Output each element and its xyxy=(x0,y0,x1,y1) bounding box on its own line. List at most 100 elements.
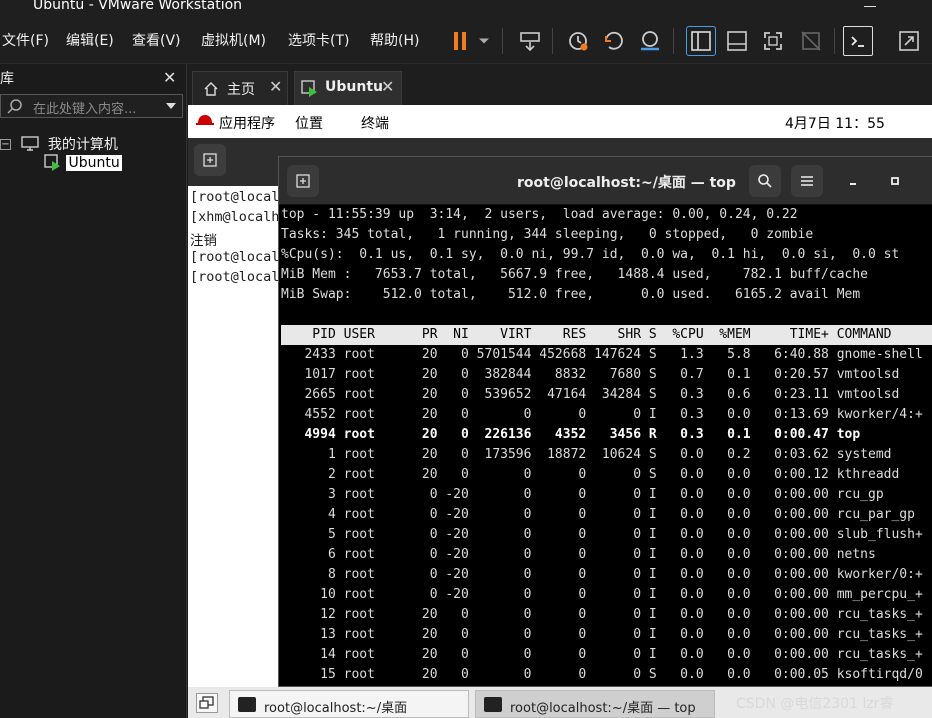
menu-icon xyxy=(801,176,813,186)
revert-snapshot-button[interactable] xyxy=(599,26,629,56)
tree-label-my-computer: 我的计算机 xyxy=(47,137,118,153)
snapshot-button[interactable] xyxy=(563,26,593,56)
terminal-app-menu[interactable]: 终端 xyxy=(361,113,389,133)
terminal-line: [root@local xyxy=(190,269,280,285)
library-search-input[interactable]: 在此处键入内容... xyxy=(0,94,183,118)
process-row: 1 root 20 0 173596 18872 10624 S 0.0 0.2… xyxy=(281,447,892,462)
hamburger-menu-button[interactable] xyxy=(791,165,823,197)
process-row: 6 root 0 -20 0 0 0 I 0.0 0.0 0:00.00 net… xyxy=(281,547,876,562)
console-icon xyxy=(851,36,864,47)
close-tab-icon[interactable]: ✕ xyxy=(381,77,394,96)
menu-vm[interactable]: 虚拟机(M) xyxy=(201,30,266,50)
new-tab-icon xyxy=(203,153,217,167)
process-row: 2433 root 20 0 5701544 452668 147624 S 1… xyxy=(281,347,923,362)
window-title: Ubuntu - VMware Workstation xyxy=(33,0,243,13)
maximize-icon xyxy=(891,177,899,185)
menu-help[interactable]: 帮助(H) xyxy=(370,30,419,50)
summary-line: top - 11:55:39 up 3:14, 2 users, load av… xyxy=(281,207,798,222)
summary-line: %Cpu(s): 0.1 us, 0.1 sy, 0.0 ni, 99.7 id… xyxy=(281,247,900,262)
snapshot-manager-icon xyxy=(641,31,659,51)
close-tab-icon[interactable]: ✕ xyxy=(269,77,282,96)
taskbar-item-terminal[interactable]: root@localhost:~/桌面 xyxy=(229,690,469,718)
taskbar-item-top[interactable]: root@localhost:~/桌面 — top xyxy=(475,690,715,718)
menu-bar: 文件(F) 编辑(E) 查看(V) 虚拟机(M) 选项卡(T) 帮助(H) xyxy=(0,18,932,64)
process-table-header: PID USER PR NI VIRT RES SHR S %CPU %MEM … xyxy=(281,325,932,345)
library-panel: 库 ✕ 在此处键入内容... − 我的计算机 Ubuntu xyxy=(0,64,187,718)
process-row: 14 root 20 0 0 0 0 I 0.0 0.0 0:00.00 rcu… xyxy=(281,647,923,662)
show-desktop-icon xyxy=(199,696,214,709)
unity-button[interactable] xyxy=(796,26,826,56)
thumbnail-bar-button[interactable] xyxy=(722,26,752,56)
terminal-title: root@localhost:~/桌面 — top xyxy=(517,175,736,191)
summary-line: Tasks: 345 total, 1 running, 344 sleepin… xyxy=(281,227,814,242)
unity-icon xyxy=(801,31,821,51)
pause-icon xyxy=(454,32,466,50)
terminal-icon xyxy=(238,697,256,712)
gnome-top-bar: 应用程序 位置 终端 4月7日 11：55 xyxy=(188,105,932,138)
pause-button[interactable] xyxy=(446,26,476,56)
watermark: CSDN @电信2301 lzr睿 xyxy=(736,696,894,712)
snapshot-manager-button[interactable] xyxy=(635,26,665,56)
tree-item-ubuntu[interactable]: Ubuntu xyxy=(44,154,122,172)
terminal-icon xyxy=(484,697,502,712)
process-row: 4552 root 20 0 0 0 0 I 0.3 0.0 0:13.69 k… xyxy=(281,407,923,422)
computer-icon xyxy=(21,136,40,151)
process-row: 1017 root 20 0 382844 8832 7680 S 0.7 0.… xyxy=(281,367,900,382)
clock[interactable]: 4月7日 11：55 xyxy=(785,113,885,133)
top-output: top - 11:55:39 up 3:14, 2 users, load av… xyxy=(281,205,932,687)
tab-label-ubuntu: Ubuntu xyxy=(325,79,383,95)
process-row: 13 root 20 0 0 0 0 I 0.0 0.0 0:00.00 rcu… xyxy=(281,627,923,642)
summary-line: MiB Mem : 7653.7 total, 5667.9 free, 148… xyxy=(281,267,868,282)
revert-icon xyxy=(605,31,623,50)
tab-home[interactable]: 主页 ✕ xyxy=(192,71,288,105)
sidebar-icon xyxy=(691,31,711,51)
tree-item-my-computer[interactable]: − 我的计算机 xyxy=(0,134,118,154)
process-row: 15 root 20 0 0 0 0 S 0.0 0.0 0:00.05 kso… xyxy=(281,667,923,682)
process-row: 4 root 0 -20 0 0 0 I 0.0 0.0 0:00.00 rcu… xyxy=(281,507,915,522)
search-icon xyxy=(7,99,22,114)
minimize-button[interactable] xyxy=(862,0,878,12)
fullscreen-icon xyxy=(764,32,782,50)
collapse-icon[interactable]: − xyxy=(0,138,11,150)
tab-ubuntu[interactable]: Ubuntu ✕ xyxy=(294,71,402,105)
menu-file[interactable]: 文件(F) xyxy=(2,30,49,50)
guest-display[interactable]: 应用程序 位置 终端 4月7日 11：55 [root@local [xhm@l… xyxy=(188,105,932,687)
menu-view[interactable]: 查看(V) xyxy=(132,30,181,50)
vm-running-icon xyxy=(44,154,60,171)
vm-running-icon xyxy=(301,80,317,97)
snapshot-icon xyxy=(569,32,588,51)
fullscreen-button[interactable] xyxy=(758,26,788,56)
power-dropdown[interactable] xyxy=(474,26,494,56)
maximize-window-button[interactable] xyxy=(879,165,911,197)
process-row: 3 root 0 -20 0 0 0 I 0.0 0.0 0:00.00 rcu… xyxy=(281,487,884,502)
search-icon xyxy=(758,174,772,188)
new-tab-button[interactable] xyxy=(287,165,319,197)
console-view-button[interactable] xyxy=(843,26,873,56)
applications-menu[interactable]: 应用程序 xyxy=(219,113,275,133)
thumbnail-icon xyxy=(727,31,747,51)
process-row: 10 root 0 -20 0 0 0 I 0.0 0.0 0:00.00 mm… xyxy=(281,587,923,602)
minimize-window-button[interactable] xyxy=(837,165,869,197)
top-terminal-window[interactable]: root@localhost:~/桌面 — top top - 11:55:39… xyxy=(278,156,932,687)
taskbar-item-label: root@localhost:~/桌面 xyxy=(264,701,408,716)
process-row: 8 root 0 -20 0 0 0 I 0.0 0.0 0:00.00 kwo… xyxy=(281,567,923,582)
minimize-icon xyxy=(850,183,856,185)
menu-edit[interactable]: 编辑(E) xyxy=(66,30,114,50)
search-button[interactable] xyxy=(749,165,781,197)
menu-tabs[interactable]: 选项卡(T) xyxy=(288,30,349,50)
title-bar: Ubuntu - VMware Workstation xyxy=(0,0,932,18)
places-menu[interactable]: 位置 xyxy=(295,113,323,133)
top-terminal-header: root@localhost:~/桌面 — top xyxy=(279,157,932,205)
chevron-down-icon xyxy=(479,38,489,44)
new-tab-button[interactable] xyxy=(194,144,226,176)
stretch-button[interactable] xyxy=(894,26,924,56)
process-row: 5 root 0 -20 0 0 0 I 0.0 0.0 0:00.00 slu… xyxy=(281,527,923,542)
sidebar-toggle-button[interactable] xyxy=(686,26,716,56)
library-title: 库 xyxy=(0,71,14,87)
chevron-down-icon[interactable] xyxy=(165,101,177,111)
show-desktop-button[interactable] xyxy=(196,693,218,713)
close-library-icon[interactable]: ✕ xyxy=(163,68,176,87)
terminal-line: [root@local xyxy=(190,189,280,205)
tab-strip: 主页 ✕ Ubuntu ✕ xyxy=(188,64,932,105)
send-keys-button[interactable] xyxy=(515,26,545,56)
